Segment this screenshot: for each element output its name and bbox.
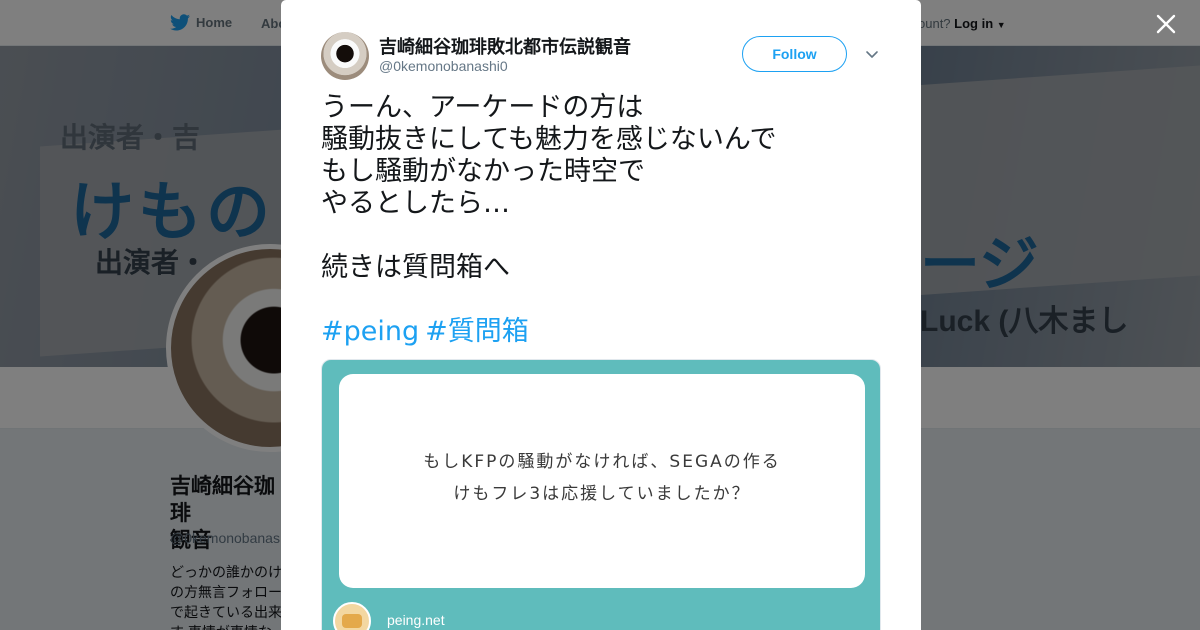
peing-site-label: peing.net [387,612,445,628]
question-text: もしKFPの騒動がなければ、SEGAの作る けもフレ3は応援していましたか？ [423,452,781,504]
tweet-hashtags: #peing #質問箱 [321,316,535,348]
follow-button[interactable]: Follow [742,36,847,72]
peing-logo-icon [333,602,371,630]
tweet-media-image[interactable]: もしKFPの騒動がなければ、SEGAの作る けもフレ3は応援していましたか？ p… [321,359,881,630]
chevron-down-icon[interactable] [864,46,880,62]
tweet-text: うーん、アーケードの方は 騒動抜きにしても魅力を感じないんで もし騒動がなかった… [321,92,777,283]
close-icon[interactable] [1154,12,1178,36]
question-card: もしKFPの騒動がなければ、SEGAの作る けもフレ3は応援していましたか？ [339,374,865,588]
tweet-author-handle[interactable]: @0kemonobanashi0 [379,58,508,74]
tweet-modal: 吉崎細谷珈琲敗北都市伝説観音 @0kemonobanashi0 Follow う… [281,0,921,630]
hashtag-link[interactable]: #peing [321,316,419,347]
tweet-author-name[interactable]: 吉崎細谷珈琲敗北都市伝説観音 [379,33,631,59]
hashtag-link[interactable]: #質問箱 [425,316,529,347]
tweet-author-avatar[interactable] [321,32,369,80]
